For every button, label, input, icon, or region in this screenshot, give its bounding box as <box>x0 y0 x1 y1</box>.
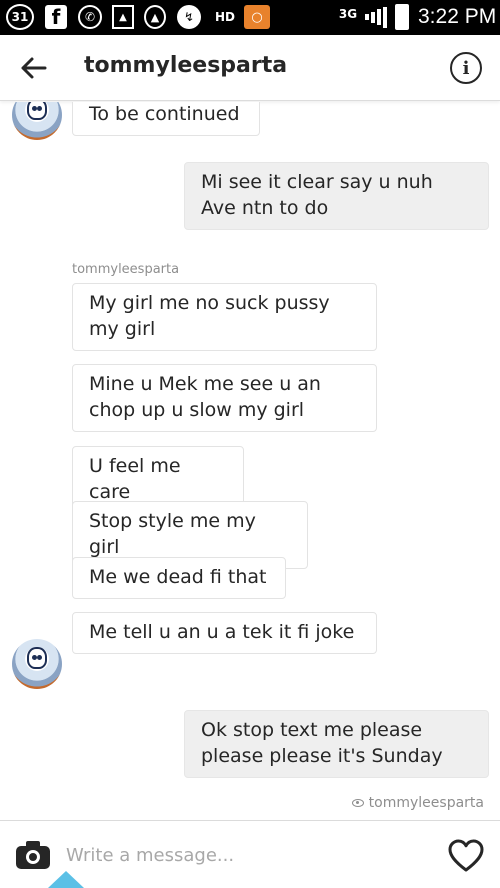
message-bubble-incoming[interactable]: Mine u Mek me see u an chop up u slow my… <box>72 364 377 432</box>
message-bubble-incoming[interactable]: Me tell u an u a tek it fi joke <box>72 612 377 654</box>
sender-avatar[interactable] <box>12 639 62 689</box>
like-button[interactable] <box>448 839 484 873</box>
signal-icon <box>362 5 388 29</box>
status-time: 3:22 PM <box>418 5 497 28</box>
info-icon: i <box>462 57 470 79</box>
navigation-icon: ▲ <box>144 5 166 29</box>
hd-icon: HD <box>212 5 238 29</box>
facebook-glyph: f <box>51 5 61 29</box>
warning-icon: ○ <box>244 5 270 29</box>
message-bubble-outgoing[interactable]: Ok stop text me please please please it'… <box>184 710 489 778</box>
seen-by-name: tommyleesparta <box>368 795 484 811</box>
conversation-title[interactable]: tommyleesparta <box>84 53 287 78</box>
calendar-day: 31 <box>11 10 29 24</box>
message-bubble-incoming[interactable]: To be continued <box>72 102 260 136</box>
whatsapp-icon: ✆ <box>78 5 102 29</box>
message-bubble-incoming[interactable]: Me we dead fi that <box>72 557 286 599</box>
keyboard-handle-indicator <box>48 871 84 888</box>
network-type: 3G <box>338 7 358 21</box>
heart-icon <box>448 839 484 872</box>
conversation-header: tommyleesparta i <box>0 35 500 101</box>
sender-name-label: tommyleesparta <box>72 262 180 277</box>
camera-button[interactable] <box>16 841 50 869</box>
calendar-icon: 31 <box>6 4 34 30</box>
message-bubble-incoming[interactable]: My girl me no suck pussy my girl <box>72 283 377 351</box>
gallery-icon: ▲ <box>112 5 134 29</box>
message-bubble-outgoing[interactable]: Mi see it clear say u nuh Ave ntn to do <box>184 162 489 230</box>
arrow-left-icon <box>21 57 47 79</box>
seen-indicator: tommyleesparta <box>351 795 484 811</box>
status-bar: 31 f ✆ ▲ ▲ ↯ HD ○ 3G 3:22 PM <box>0 0 500 35</box>
messenger-icon: ↯ <box>177 5 201 29</box>
back-button[interactable] <box>16 51 50 85</box>
info-button[interactable]: i <box>450 52 482 84</box>
message-input[interactable] <box>66 839 426 871</box>
battery-icon <box>395 4 409 30</box>
eye-icon <box>351 799 364 807</box>
facebook-icon: f <box>45 5 67 29</box>
sender-avatar[interactable] <box>12 102 62 140</box>
message-thread[interactable]: To be continued Mi see it clear say u nu… <box>0 102 500 820</box>
hd-label: HD <box>214 10 235 24</box>
